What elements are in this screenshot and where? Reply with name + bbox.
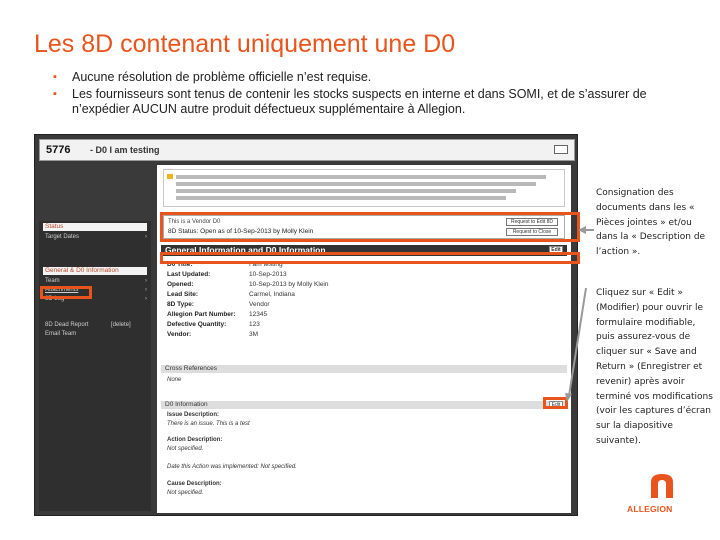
d0-line: Issue Description: <box>167 412 220 418</box>
d0-line: Not specified. <box>167 446 204 452</box>
record-title: - D0 I am testing <box>90 145 160 155</box>
sidebar: Status Target Dates › General & D0 Infor… <box>39 221 151 511</box>
field-value: Carmel, Indiana <box>249 291 295 298</box>
status-highlight <box>160 212 580 242</box>
field-value: 10-Sep-2013 by Molly Klein <box>249 281 329 288</box>
d0-section-header: D0 Information Edit <box>161 401 567 409</box>
chevron-right-icon: › <box>145 296 147 302</box>
sidebar-section-label[interactable]: General & D0 Information <box>43 267 147 275</box>
chevron-right-icon: › <box>145 234 147 240</box>
attachments-highlight <box>40 286 92 299</box>
field-label: Vendor: <box>167 331 192 338</box>
app-screenshot: 5776 - D0 I am testing Status Target Dat… <box>34 134 578 516</box>
field-value: 12345 <box>249 311 268 318</box>
bullet-item: Les fournisseurs sont tenus de contenir … <box>52 87 672 117</box>
field-label: Last Updated: <box>167 271 211 278</box>
field-value: Vendor <box>249 301 270 308</box>
field-label: Opened: <box>167 281 194 288</box>
sidebar-item-email-team[interactable]: Email Team <box>45 331 76 337</box>
callout-attachments: Consignation des documents dans les « Pi… <box>596 188 706 258</box>
d0-line: Cause Description: <box>167 481 222 487</box>
field-value: 3M <box>249 331 259 338</box>
field-value: 10-Sep-2013 <box>249 271 287 278</box>
field-label: Lead Site: <box>167 291 199 298</box>
allegion-logo-icon <box>651 474 673 498</box>
allegion-logo-text: ALLEGION <box>627 504 673 514</box>
callout-edit: Cliquez sur « Edit » (Modifier) pour ouv… <box>596 288 713 446</box>
warning-icon <box>167 174 173 179</box>
d0-line: Not specified. <box>167 490 204 496</box>
bullet-list: Aucune résolution de problème officielle… <box>52 70 672 119</box>
general-header-highlight <box>160 252 580 264</box>
cross-references-header: Cross References <box>161 365 567 373</box>
sidebar-status-label[interactable]: Status <box>43 223 147 231</box>
sidebar-item-team[interactable]: Team <box>45 278 60 284</box>
bullet-item: Aucune résolution de problème officielle… <box>52 70 672 85</box>
d0-line: Date this Action was implemented: Not sp… <box>167 464 297 470</box>
d0-line: Action Description: <box>167 437 223 443</box>
notice-box <box>163 169 565 207</box>
sidebar-item-target-dates[interactable]: Target Dates <box>45 234 79 240</box>
edit-button-highlight <box>543 397 568 409</box>
d0-line: There is an issue. This is a test <box>167 421 250 427</box>
field-label: Defective Quantity: <box>167 321 227 328</box>
cross-references-value: None <box>167 377 182 383</box>
field-label: Allegion Part Number: <box>167 311 236 318</box>
chevron-right-icon: › <box>145 287 147 293</box>
field-label: 8D Type: <box>167 301 194 308</box>
section-title: D0 Information <box>165 401 208 408</box>
slide-title: Les 8D contenant uniquement une D0 <box>34 30 456 58</box>
record-header: 5776 - D0 I am testing <box>39 139 575 161</box>
delete-link[interactable]: [delete] <box>111 322 131 328</box>
header-button[interactable] <box>554 145 568 154</box>
sidebar-item-dead-report[interactable]: 8D Dead Report <box>45 322 88 328</box>
field-value: 123 <box>249 321 260 328</box>
chevron-right-icon: › <box>145 278 147 284</box>
record-id: 5776 <box>46 144 71 156</box>
